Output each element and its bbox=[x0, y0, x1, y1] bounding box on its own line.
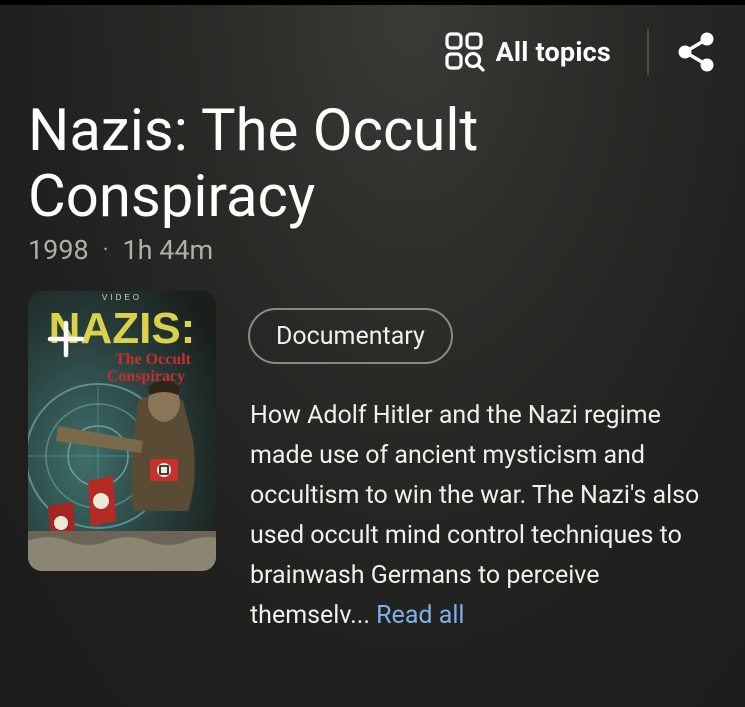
topics-grid-search-icon bbox=[444, 32, 485, 72]
all-topics-button[interactable]: All topics bbox=[438, 31, 617, 73]
movie-description: How Adolf Hitler and the Nazi regime mad… bbox=[250, 396, 720, 636]
plus-icon bbox=[47, 320, 85, 358]
movie-meta: 1998 · 1h 44m bbox=[28, 234, 213, 266]
share-icon bbox=[678, 32, 714, 72]
header-actions: All topics bbox=[438, 28, 717, 76]
share-button[interactable] bbox=[677, 31, 717, 73]
poster-top-text: VIDEO bbox=[102, 293, 142, 302]
read-all-link[interactable]: Read all bbox=[376, 601, 464, 630]
header-divider bbox=[647, 29, 649, 75]
runtime: 1h 44m bbox=[122, 234, 214, 266]
all-topics-label: All topics bbox=[495, 36, 611, 68]
page-title: Nazis: The Occult Conspiracy bbox=[28, 97, 479, 231]
meta-separator: · bbox=[102, 237, 109, 263]
description-text: How Adolf Hitler and the Nazi regime mad… bbox=[250, 401, 700, 630]
poster-subtitle-line1: The Occult bbox=[115, 351, 192, 368]
movie-poster[interactable]: VIDEO NAZIS: The Occult Conspiracy bbox=[28, 291, 216, 571]
status-bar-strip bbox=[0, 0, 745, 5]
add-to-watchlist-button[interactable] bbox=[36, 309, 96, 369]
release-year: 1998 bbox=[28, 234, 89, 266]
genre-chip[interactable]: Documentary bbox=[248, 308, 453, 364]
poster-subtitle-line2: Conspiracy bbox=[107, 368, 185, 385]
